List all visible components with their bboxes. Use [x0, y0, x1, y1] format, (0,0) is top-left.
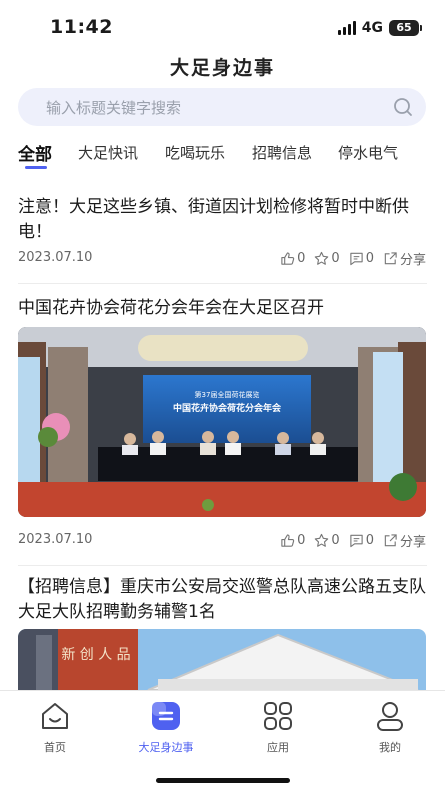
comment-button[interactable]: 0 — [349, 251, 374, 266]
comment-icon — [350, 252, 363, 266]
share-button[interactable]: 分享 — [383, 249, 426, 268]
status-time: 11:42 — [50, 16, 113, 38]
like-count: 0 — [297, 251, 306, 266]
conference-photo: 第37届全国荷花展览 中国花卉协会荷花分会年会 — [18, 327, 426, 517]
tab-food-fun[interactable]: 吃喝玩乐 — [165, 142, 225, 163]
page-title: 大足身边事 — [169, 57, 275, 79]
article-image[interactable]: 第37届全国荷花展览 中国花卉协会荷花分会年会 — [18, 327, 426, 517]
tab-all[interactable]: 全部 — [18, 140, 52, 165]
status-bar: 11:42 4G 65 — [0, 0, 445, 50]
tab-dazu-news[interactable]: 大足快讯 — [78, 142, 138, 163]
star-icon — [315, 251, 329, 265]
article-title[interactable]: 注意！大足这些乡镇、街道因计划检修将暂时中断供电！ — [18, 195, 428, 245]
home-icon — [42, 703, 68, 729]
nav-profile-label: 我的 — [379, 741, 401, 754]
star-icon — [315, 533, 329, 547]
local-news-icon — [152, 702, 180, 730]
nav-profile[interactable]: 我的 — [350, 699, 430, 755]
home-indicator — [156, 778, 290, 783]
comment-count: 0 — [365, 533, 374, 548]
article-actions: 0 0 0 分享 — [280, 249, 426, 268]
like-button[interactable]: 0 — [280, 251, 305, 266]
article-image[interactable]: 新 创 人 品 — [18, 629, 426, 690]
share-icon — [384, 534, 397, 547]
divider — [18, 565, 427, 566]
share-label: 分享 — [399, 253, 426, 268]
search-icon[interactable] — [393, 97, 413, 117]
search-placeholder: 输入标题关键字搜索 — [46, 99, 182, 117]
nav-home-label: 首页 — [44, 741, 66, 754]
share-label: 分享 — [399, 535, 426, 550]
apps-grid-icon — [264, 702, 292, 730]
favorite-button[interactable]: 0 — [314, 251, 340, 266]
building-sign-text: 新 创 人 品 — [61, 647, 130, 663]
signal-icon — [337, 21, 356, 35]
search-input[interactable]: 输入标题关键字搜索 — [18, 88, 426, 126]
network-label: 4G — [361, 20, 383, 36]
nav-apps-label: 应用 — [267, 741, 289, 754]
comment-icon — [350, 534, 363, 548]
favorite-count: 0 — [331, 533, 340, 548]
comment-button[interactable]: 0 — [349, 533, 374, 548]
nav-local-news[interactable]: 大足身边事 — [126, 699, 206, 755]
share-icon — [384, 252, 397, 265]
tab-utilities[interactable]: 停水电气 — [338, 142, 398, 163]
status-indicators: 4G 65 — [337, 20, 422, 36]
profile-icon — [377, 702, 403, 731]
nav-local-news-label: 大足身边事 — [138, 741, 194, 754]
article-date: 2023.07.10 — [18, 532, 93, 547]
favorite-count: 0 — [331, 251, 340, 266]
active-tab-indicator — [25, 166, 47, 169]
article-title[interactable]: 【招聘信息】重庆市公安局交巡警总队高速公路五支队大足大队招聘勤务辅警1名 — [18, 575, 428, 625]
like-count: 0 — [297, 533, 306, 548]
comment-count: 0 — [365, 251, 374, 266]
favorite-button[interactable]: 0 — [314, 533, 340, 548]
tab-jobs[interactable]: 招聘信息 — [252, 142, 312, 163]
battery-icon: 65 — [389, 20, 422, 36]
thumbs-up-icon — [281, 534, 295, 547]
nav-apps[interactable]: 应用 — [238, 699, 318, 755]
nav-home[interactable]: 首页 — [15, 699, 95, 755]
category-tabs: 全部 大足快讯 吃喝玩乐 招聘信息 停水电气 — [0, 140, 445, 174]
building-photo: 新 创 人 品 — [18, 629, 426, 690]
article-date: 2023.07.10 — [18, 250, 93, 265]
banner-line-2: 中国花卉协会荷花分会年会 — [173, 402, 282, 414]
share-button[interactable]: 分享 — [383, 531, 426, 550]
banner-line-1: 第37届全国荷花展览 — [195, 390, 260, 399]
article-actions: 0 0 0 分享 — [280, 531, 426, 550]
divider — [18, 283, 427, 284]
like-button[interactable]: 0 — [280, 533, 305, 548]
article-title[interactable]: 中国花卉协会荷花分会年会在大足区召开 — [18, 296, 428, 321]
thumbs-up-icon — [281, 252, 295, 265]
